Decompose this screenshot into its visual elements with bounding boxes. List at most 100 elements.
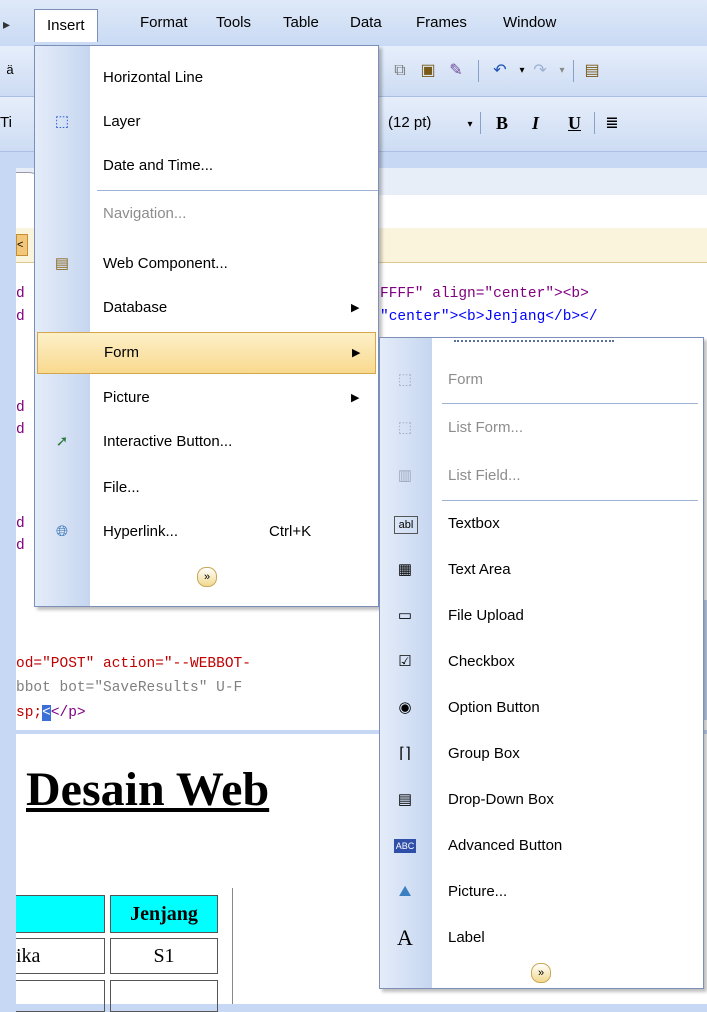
menu-item-label: Drop-Down Box (448, 791, 554, 808)
menu-item-drop-down-box[interactable]: ▤ Drop-Down Box (380, 778, 703, 822)
menu-item-picture[interactable]: Picture ▶ (35, 376, 378, 420)
font-size-dropdown-icon[interactable]: ▾ (460, 115, 480, 135)
table-cell (110, 980, 218, 1012)
menu-item-file-upload[interactable]: ▭ File Upload (380, 594, 703, 638)
expand-submenu-chevron-icon[interactable]: » (531, 963, 551, 983)
submenu-drag-handle[interactable] (454, 340, 614, 346)
font-size-box[interactable]: (12 pt) (388, 114, 431, 131)
table-cell (16, 980, 105, 1012)
table-header-cell (16, 895, 105, 933)
menu-insert[interactable]: Insert (34, 9, 98, 42)
menu-item-label: Label (448, 929, 485, 946)
menu-item-date-and-time[interactable]: Date and Time... (35, 144, 378, 188)
menu-item-picture[interactable]: ⛰ Picture... (380, 870, 703, 914)
menu-item-file[interactable]: File... (35, 466, 378, 510)
layer-icon: ⬚ (54, 113, 70, 130)
code-selection-cursor[interactable]: < (42, 705, 51, 721)
menu-frames[interactable]: Frames (416, 14, 467, 31)
menu-item-label: Advanced Button (448, 837, 563, 854)
code-fragment: sp; (16, 705, 43, 721)
menu-item-option-button[interactable]: ◉ Option Button (380, 686, 703, 730)
menu-table[interactable]: Table (283, 14, 319, 31)
expand-menu-chevron-icon[interactable]: » (197, 567, 217, 587)
picture-icon: ⛰ (398, 883, 412, 900)
menu-item-label: Form (448, 371, 483, 388)
quick-tag-selector[interactable]: < (16, 234, 28, 256)
italic-button[interactable]: I (532, 113, 539, 134)
copy-icon[interactable]: ⧉ (390, 61, 410, 81)
code-line: od="POST" action="--WEBBOT- (16, 656, 251, 672)
submenu-arrow-icon: ▶ (352, 347, 361, 359)
interactive-button-icon: ➚ (55, 433, 69, 450)
code-fragment: FFFF" align="center"><b> (380, 286, 589, 302)
menu-format-label: Format (140, 14, 188, 31)
bold-button[interactable]: B (496, 113, 508, 134)
code-line: d (16, 538, 25, 554)
menu-item-label: List Form... (448, 419, 524, 436)
form-icon: ⬚ (397, 371, 413, 388)
form-submenu: ⬚ Form ⬚ List Form... ▥ List Field... ab… (379, 337, 704, 989)
menu-item-form[interactable]: Form ▶ (37, 332, 376, 374)
redo-dropdown-icon[interactable]: ▾ (552, 61, 572, 81)
menu-table-label: Table (283, 14, 319, 31)
preview-table: Jenjang ika S1 (16, 888, 233, 1012)
menu-item-label: Form (104, 344, 139, 361)
format-painter-icon[interactable]: ✎ (446, 61, 466, 81)
menu-item-label: Layer (103, 113, 141, 130)
menu-item-text-area[interactable]: ▦ Text Area (380, 548, 703, 592)
menu-tools[interactable]: Tools (216, 14, 251, 31)
menu-separator (442, 500, 698, 501)
option-button-icon: ◉ (398, 699, 412, 716)
menu-item-interactive-button[interactable]: ➚ Interactive Button... (35, 420, 378, 464)
menu-insert-label: Insert (47, 17, 85, 34)
list-form-icon: ⬚ (397, 419, 413, 436)
menu-item-shortcut: Ctrl+K (269, 523, 312, 540)
menu-item-label: Checkbox (448, 653, 515, 670)
menu-item-label: Text Area (448, 561, 511, 578)
menu-item-textbox[interactable]: abl Textbox (380, 502, 703, 546)
font-name-box[interactable]: Ti (0, 114, 12, 131)
toolbar-separator (480, 112, 481, 134)
toolbar-separator (594, 112, 595, 134)
menu-item-advanced-button[interactable]: ABC Advanced Button (380, 824, 703, 868)
textbox-icon: abl (394, 516, 418, 534)
align-left-icon[interactable]: ≣ (602, 114, 622, 134)
menu-item-label: Picture... (448, 883, 508, 900)
code-line: FFFF" align="center"><b> (380, 286, 589, 302)
menu-item-layer[interactable]: ⬚ Layer (35, 100, 378, 144)
menu-separator (442, 403, 698, 404)
paste-icon[interactable]: ▣ (418, 61, 438, 81)
menu-item-web-component[interactable]: ▤ Web Component... (35, 242, 378, 286)
underline-button[interactable]: U (568, 113, 581, 134)
menu-data-label: Data (350, 14, 382, 31)
toolbar-overflow-icon[interactable]: ä (0, 60, 20, 80)
web-component-toolbar-icon[interactable]: ▤ (582, 61, 602, 81)
menu-bar-overflow: ▸ (3, 16, 11, 32)
menu-item-checkbox[interactable]: ☑ Checkbox (380, 640, 703, 684)
menu-item-label[interactable]: A Label (380, 916, 703, 960)
menu-data[interactable]: Data (350, 14, 382, 31)
menu-item-label: Date and Time... (103, 157, 214, 174)
menu-item-list-field: ▥ List Field... (380, 454, 703, 498)
menu-format[interactable]: Format (140, 14, 188, 31)
code-fragment: </p> (50, 705, 86, 721)
redo-icon[interactable]: ↷ (530, 61, 550, 81)
menu-item-database[interactable]: Database ▶ (35, 286, 378, 330)
menu-item-label: Web Component... (103, 255, 228, 272)
preview-heading: Desain Web (26, 763, 270, 816)
code-line: "center"><b>Jenjang</b></ (380, 309, 598, 325)
menu-separator (97, 190, 378, 191)
undo-dropdown-icon[interactable]: ▾ (512, 61, 532, 81)
menu-item-form: ⬚ Form (380, 358, 703, 402)
menu-item-horizontal-line[interactable]: Horizontal Line (35, 56, 378, 100)
menu-item-group-box[interactable]: ⌈⌉ Group Box (380, 732, 703, 776)
menu-window[interactable]: Window (503, 14, 556, 31)
undo-icon[interactable]: ↶ (490, 61, 510, 81)
table-cell: ika (16, 938, 105, 974)
submenu-arrow-icon: ▶ (351, 392, 360, 404)
drop-down-box-icon: ▤ (397, 791, 413, 808)
menu-item-label: List Field... (448, 467, 521, 484)
menu-item-hyperlink[interactable]: 🌐︎ Hyperlink... Ctrl+K (35, 510, 378, 554)
menu-item-label: Picture (103, 389, 150, 406)
text-area-icon: ▦ (397, 561, 413, 578)
